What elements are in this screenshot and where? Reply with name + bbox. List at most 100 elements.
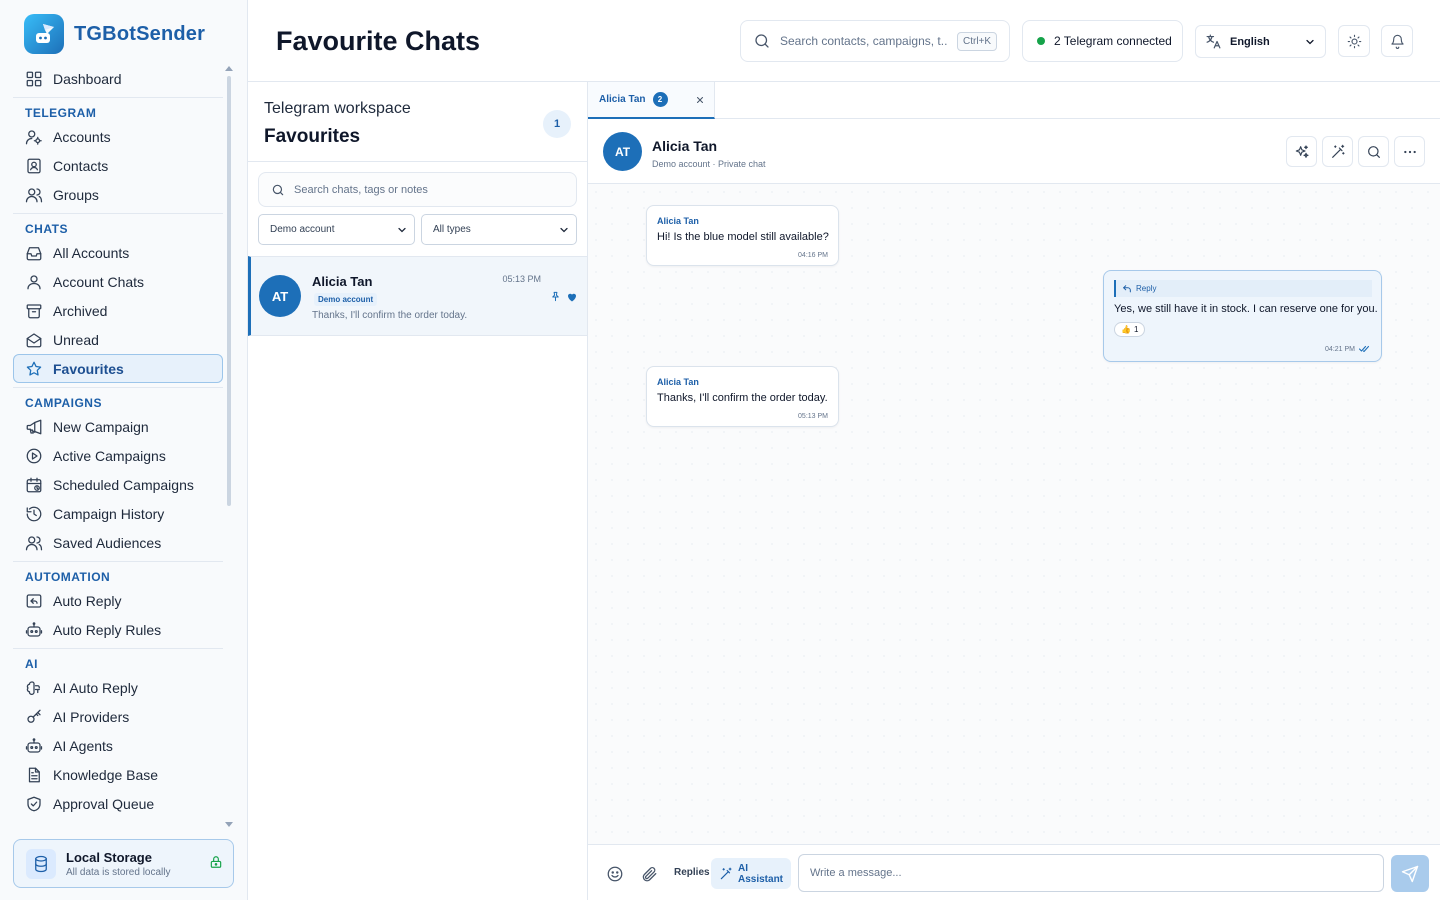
quick-replies-button[interactable]: Replies	[674, 867, 710, 878]
sidebar-item-label: Auto Reply Rules	[53, 621, 162, 638]
sidebar-section-title: CHATS	[13, 213, 223, 238]
reply-box-icon	[25, 592, 43, 610]
sidebar-scrollbar[interactable]	[225, 66, 233, 828]
chevron-down-icon	[396, 224, 408, 236]
reaction-badge[interactable]: 👍 1	[1114, 322, 1146, 337]
conversation-header: AT Alicia Tan Demo account · Private cha…	[588, 119, 1440, 184]
scroll-thumb[interactable]	[227, 76, 231, 506]
sidebar-item-campaign-history[interactable]: Campaign History	[13, 499, 223, 528]
language-value: English	[1230, 35, 1270, 48]
sidebar-item-label: Unread	[53, 331, 99, 348]
sidebar-item-auto-reply[interactable]: Auto Reply	[13, 586, 223, 615]
account-filter-value: Demo account	[270, 224, 335, 235]
type-filter-select[interactable]: All types	[421, 214, 577, 245]
archive-icon	[25, 302, 43, 320]
outgoing-message[interactable]: Reply Yes, we still have it in stock. I …	[1103, 270, 1382, 362]
chat-search[interactable]	[258, 172, 577, 207]
pin-icon[interactable]	[550, 291, 561, 302]
global-search-input[interactable]	[780, 34, 948, 48]
sidebar-item-label: AI Providers	[53, 708, 130, 725]
sidebar-item-ai-providers[interactable]: AI Providers	[13, 702, 223, 731]
paperclip-icon[interactable]	[640, 865, 658, 883]
global-search[interactable]: Ctrl+K	[740, 20, 1010, 62]
chat-name: Alicia Tan	[312, 274, 373, 289]
message-time-text: 04:16 PM	[798, 252, 828, 259]
top-header: Favourite Chats Ctrl+K 2 Telegram connec…	[248, 0, 1440, 82]
calendar-clock-icon	[25, 476, 43, 494]
chat-tab-label: Alicia Tan	[599, 94, 646, 105]
bell-icon	[1390, 34, 1405, 49]
account-filter-select[interactable]: Demo account	[258, 214, 415, 245]
conversation-panel: Alicia Tan 2 AT Alicia Tan Demo account …	[588, 82, 1440, 900]
sidebar-item-accounts[interactable]: Accounts	[13, 122, 223, 151]
language-select[interactable]: English	[1195, 25, 1326, 58]
history-icon	[25, 505, 43, 523]
sparkles-icon	[1294, 144, 1310, 160]
storage-subtitle: All data is stored locally	[66, 866, 171, 878]
chat-search-input[interactable]	[294, 183, 564, 196]
sidebar-nav: Dashboard TELEGRAM Accounts Contacts Groups C…	[13, 64, 223, 828]
telegram-status[interactable]: 2 Telegram connected	[1022, 20, 1183, 62]
chat-preview: Thanks, I'll confirm the order today.	[312, 310, 468, 321]
mail-open-icon	[25, 331, 43, 349]
scroll-down-icon[interactable]	[225, 822, 233, 827]
sidebar-item-new-campaign[interactable]: New Campaign	[13, 412, 223, 441]
send-button[interactable]	[1391, 855, 1429, 892]
sidebar-item-account-chats[interactable]: Account Chats	[13, 267, 223, 296]
theme-toggle-button[interactable]	[1338, 25, 1370, 57]
message-sender: Alicia Tan	[657, 377, 699, 387]
notifications-button[interactable]	[1381, 25, 1413, 57]
heart-icon[interactable]	[566, 291, 578, 303]
message-time: 05:13 PM	[798, 413, 828, 420]
sidebar-item-contacts[interactable]: Contacts	[13, 151, 223, 180]
sidebar-item-favourites[interactable]: Favourites	[13, 354, 223, 383]
telegram-status-text: 2 Telegram connected	[1054, 34, 1172, 48]
sidebar-item-label: All Accounts	[53, 244, 130, 261]
magic-wand-icon	[719, 867, 733, 881]
sidebar-item-active-campaigns[interactable]: Active Campaigns	[13, 441, 223, 470]
ai-sparkle-button[interactable]	[1286, 136, 1317, 167]
brand[interactable]: TGBotSender	[24, 14, 205, 54]
ai-assistant-button[interactable]: AI Assistant	[711, 858, 791, 889]
chevron-down-icon	[558, 224, 570, 236]
sidebar-item-label: New Campaign	[53, 418, 149, 435]
more-options-button[interactable]	[1394, 136, 1425, 167]
chevron-down-icon	[1304, 36, 1316, 48]
chat-tab[interactable]: Alicia Tan 2	[588, 82, 715, 119]
chat-list-header: Telegram workspace Favourites 1	[248, 82, 587, 162]
chat-list-panel: Telegram workspace Favourites 1 Demo acc…	[248, 82, 588, 900]
close-icon[interactable]	[695, 95, 705, 105]
sidebar-item-scheduled-campaigns[interactable]: Scheduled Campaigns	[13, 470, 223, 499]
incoming-message[interactable]: Alicia Tan Thanks, I'll confirm the orde…	[646, 366, 839, 427]
sidebar-item-auto-reply-rules[interactable]: Auto Reply Rules	[13, 615, 223, 644]
sidebar-item-ai-agents[interactable]: AI Agents	[13, 731, 223, 760]
message-input[interactable]	[798, 854, 1384, 892]
reply-quote[interactable]: Reply	[1114, 280, 1372, 297]
sidebar-item-label: Auto Reply	[53, 592, 122, 609]
sidebar-item-label: Contacts	[53, 157, 109, 174]
scroll-up-icon[interactable]	[225, 66, 233, 71]
message-time: 04:16 PM	[798, 252, 828, 259]
sidebar-item-approval-queue[interactable]: Approval Queue	[13, 789, 223, 818]
sidebar-item-unread[interactable]: Unread	[13, 325, 223, 354]
chat-list-item[interactable]: AT Alicia Tan 05:13 PM Demo account Than…	[248, 256, 587, 336]
reply-label: Reply	[1136, 284, 1157, 293]
sidebar-item-groups[interactable]: Groups	[13, 180, 223, 209]
message-list: Alicia Tan Hi! Is the blue model still a…	[588, 184, 1440, 844]
chat-time: 05:13 PM	[502, 274, 541, 284]
sidebar-item-label: Active Campaigns	[53, 447, 166, 464]
sidebar-item-dashboard[interactable]: Dashboard	[13, 64, 223, 93]
magic-wand-button[interactable]	[1322, 136, 1353, 167]
sidebar-item-all-accounts[interactable]: All Accounts	[13, 238, 223, 267]
shield-check-icon	[25, 795, 43, 813]
incoming-message[interactable]: Alicia Tan Hi! Is the blue model still a…	[646, 205, 839, 266]
sidebar-item-saved-audiences[interactable]: Saved Audiences	[13, 528, 223, 557]
local-storage-card[interactable]: Local Storage All data is stored locally	[13, 839, 234, 888]
emoji-icon[interactable]	[606, 865, 624, 883]
sidebar-item-ai-auto-reply[interactable]: AI Auto Reply	[13, 673, 223, 702]
sidebar-item-archived[interactable]: Archived	[13, 296, 223, 325]
search-icon	[753, 32, 771, 50]
search-messages-button[interactable]	[1358, 136, 1389, 167]
sidebar-item-knowledge-base[interactable]: Knowledge Base	[13, 760, 223, 789]
magic-wand-icon	[1330, 144, 1346, 160]
